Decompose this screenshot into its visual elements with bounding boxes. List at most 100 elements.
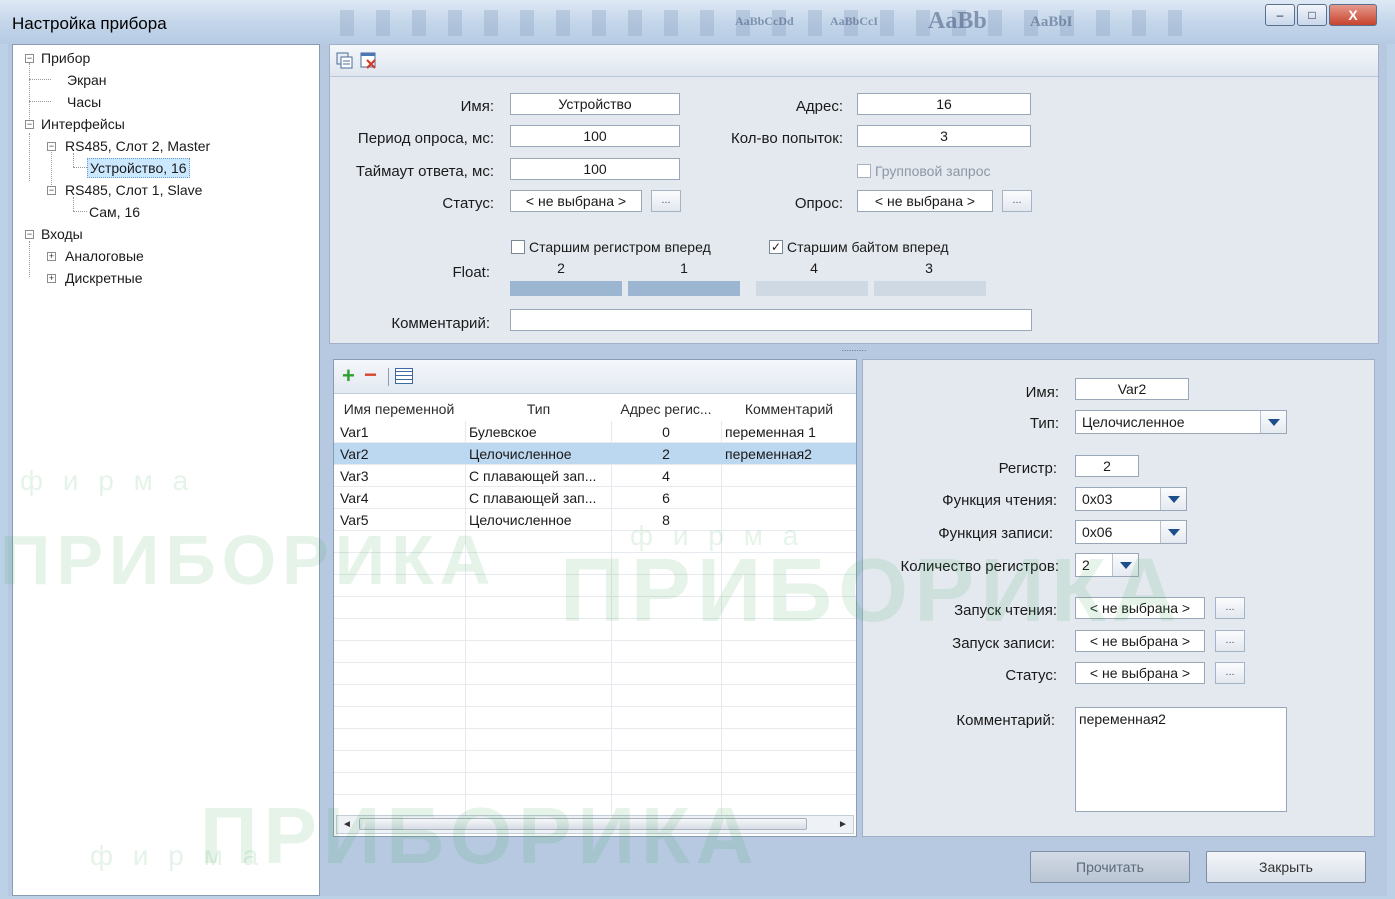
- cell-address: 0: [662, 424, 670, 440]
- tree-node-label: Прибор: [41, 50, 91, 66]
- expand-icon[interactable]: +: [47, 274, 56, 283]
- register-field[interactable]: 2: [1075, 455, 1139, 477]
- table-row: [334, 707, 856, 729]
- close-window-button[interactable]: X: [1329, 4, 1377, 26]
- name-field[interactable]: Устройство: [510, 93, 680, 115]
- collapse-icon[interactable]: −: [25, 230, 34, 239]
- panel-splitter[interactable]: ..........: [329, 344, 1379, 354]
- delete-icon[interactable]: [360, 52, 378, 70]
- chevron-down-icon[interactable]: [1160, 521, 1186, 543]
- copy-icon[interactable]: [336, 52, 354, 70]
- register-order-checkbox[interactable]: Старшим регистром вперед: [511, 239, 711, 255]
- var-status-select[interactable]: < не выбрана >: [1075, 662, 1205, 684]
- table-row[interactable]: Var1 Булевское 0 переменная 1: [334, 421, 856, 443]
- float-label: Float:: [452, 264, 490, 281]
- read-start-select[interactable]: < не выбрана >: [1075, 597, 1205, 619]
- ghost-style-4: AaBbI: [1030, 14, 1073, 30]
- address-field[interactable]: 16: [857, 93, 1031, 115]
- poll-period-field[interactable]: 100: [510, 125, 680, 147]
- var-name-label: Имя:: [1025, 384, 1059, 401]
- table-row: [334, 597, 856, 619]
- table-row: [334, 575, 856, 597]
- timeout-field[interactable]: 100: [510, 158, 680, 180]
- cell-type: С плавающей зап...: [469, 490, 597, 506]
- column-header-address[interactable]: Адрес регис...: [612, 397, 720, 421]
- device-tree[interactable]: − Прибор Экран Часы − Интерфейсы − RS485…: [12, 44, 320, 896]
- byte-order-checkbox[interactable]: ✓ Старшим байтом вперед: [769, 239, 949, 255]
- var-status-browse-button[interactable]: ...: [1215, 662, 1245, 684]
- table-row[interactable]: Var4 С плавающей зап... 6: [334, 487, 856, 509]
- column-header-name[interactable]: Имя переменной: [336, 397, 462, 421]
- write-function-label: Функция записи:: [938, 525, 1053, 542]
- table-row[interactable]: Var3 С плавающей зап... 4: [334, 465, 856, 487]
- poll-browse-button[interactable]: ...: [1002, 190, 1032, 212]
- write-start-select[interactable]: < не выбрана >: [1075, 630, 1205, 652]
- cell-type: Целочисленное: [469, 512, 572, 528]
- var-name-field[interactable]: Var2: [1075, 378, 1189, 400]
- remove-icon[interactable]: −: [364, 364, 377, 386]
- table-row[interactable]: Var5 Целочисленное 8: [334, 509, 856, 531]
- table-icon[interactable]: [395, 368, 413, 384]
- read-start-label: Запуск чтения:: [954, 602, 1057, 619]
- maximize-button[interactable]: □: [1297, 4, 1327, 26]
- table-row: [334, 641, 856, 663]
- retries-label: Кол-во попыток:: [731, 130, 843, 147]
- scroll-right-icon[interactable]: ►: [833, 816, 853, 833]
- read-function-select[interactable]: 0x03: [1075, 487, 1187, 511]
- table-row[interactable]: Var2 Целочисленное 2 переменная2: [334, 443, 856, 465]
- tree-line: [29, 63, 30, 123]
- tree-node-label: RS485, Слот 2, Master: [65, 138, 211, 154]
- name-label: Имя:: [460, 98, 494, 115]
- retries-field[interactable]: 3: [857, 125, 1031, 147]
- minimize-button[interactable]: –: [1265, 4, 1295, 26]
- cell-name: Var4: [340, 490, 369, 506]
- expand-icon[interactable]: +: [47, 252, 56, 261]
- device-toolbar: [330, 45, 1378, 77]
- collapse-icon[interactable]: −: [47, 142, 56, 151]
- var-comment-field[interactable]: переменная2: [1075, 707, 1287, 812]
- var-type-value: Целочисленное: [1082, 414, 1185, 430]
- write-function-select[interactable]: 0x06: [1075, 520, 1187, 544]
- comment-field[interactable]: [510, 309, 1032, 331]
- group-request-label: Групповой запрос: [875, 163, 991, 179]
- horizontal-scrollbar[interactable]: ◄ ►: [336, 815, 854, 834]
- collapse-icon[interactable]: −: [47, 186, 56, 195]
- scroll-left-icon[interactable]: ◄: [337, 816, 357, 833]
- tree-node-label: RS485, Слот 1, Slave: [65, 182, 203, 198]
- read-button[interactable]: Прочитать: [1030, 851, 1190, 883]
- window-controls: – □ X: [1263, 4, 1377, 28]
- table-row: [334, 751, 856, 773]
- add-icon[interactable]: +: [342, 365, 355, 387]
- write-start-browse-button[interactable]: ...: [1215, 630, 1245, 652]
- var-type-label: Тип:: [1029, 415, 1059, 432]
- cell-type: Булевское: [469, 424, 537, 440]
- tree-line: [29, 133, 30, 181]
- group-request-checkbox[interactable]: Групповой запрос: [857, 163, 991, 179]
- cell-address: 2: [662, 446, 670, 462]
- cell-comment: переменная 1: [725, 424, 816, 440]
- read-start-browse-button[interactable]: ...: [1215, 597, 1245, 619]
- chevron-down-icon[interactable]: [1112, 554, 1138, 576]
- column-header-comment[interactable]: Комментарий: [722, 397, 856, 421]
- collapse-icon[interactable]: −: [25, 54, 34, 63]
- write-start-label: Запуск записи:: [952, 635, 1055, 652]
- poll-select[interactable]: < не выбрана >: [857, 190, 993, 212]
- column-header-type[interactable]: Тип: [466, 397, 611, 421]
- register-count-select[interactable]: 2: [1075, 553, 1139, 577]
- var-status-label: Статус:: [1005, 667, 1057, 684]
- tree-node-label: Дискретные: [65, 270, 143, 286]
- collapse-icon[interactable]: −: [25, 120, 34, 129]
- register-count-value: 2: [1082, 557, 1090, 573]
- table-row: [334, 619, 856, 641]
- table-header: Имя переменной Тип Адрес регис... Коммен…: [334, 397, 856, 421]
- var-type-select[interactable]: Целочисленное: [1075, 410, 1287, 434]
- scroll-thumb[interactable]: [359, 818, 807, 830]
- byte-cell: [628, 281, 740, 296]
- chevron-down-icon[interactable]: [1260, 411, 1286, 433]
- status-select[interactable]: < не выбрана >: [510, 190, 642, 212]
- cell-type: С плавающей зап...: [469, 468, 597, 484]
- status-browse-button[interactable]: ...: [651, 190, 681, 212]
- chevron-down-icon[interactable]: [1160, 488, 1186, 510]
- close-button[interactable]: Закрыть: [1206, 851, 1366, 883]
- byte-cell: [874, 281, 986, 296]
